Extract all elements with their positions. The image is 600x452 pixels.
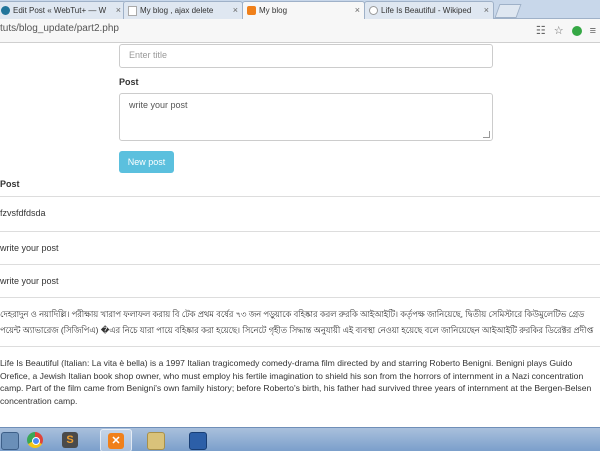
- xampp-icon: ✕: [108, 433, 124, 449]
- resize-handle-icon[interactable]: [483, 131, 490, 138]
- wordpress-icon: [1, 6, 10, 15]
- posts-heading: Post: [0, 179, 20, 189]
- post-row: write your post: [0, 264, 600, 298]
- new-tab-button[interactable]: [494, 4, 522, 18]
- address-bar: tuts/blog_update/part2.php ☷ ☆ ≡: [0, 19, 600, 43]
- explorer-icon: [1, 432, 19, 450]
- post-text: write your post: [0, 276, 59, 286]
- taskbar: S ✕: [0, 427, 600, 452]
- address-bar-actions: ☷ ☆ ≡: [536, 24, 596, 38]
- post-label: Post: [119, 77, 139, 87]
- post-placeholder: write your post: [129, 100, 188, 110]
- title-placeholder: Enter title: [129, 50, 168, 60]
- tab-ajax-delete[interactable]: My blog , ajax delete ×: [123, 1, 243, 19]
- close-icon[interactable]: ×: [355, 2, 360, 19]
- post-text: fzvsfdfdsda: [0, 208, 46, 218]
- remote-desktop-icon: [189, 432, 207, 450]
- close-icon[interactable]: ×: [484, 2, 489, 19]
- tab-label: My blog: [259, 6, 288, 15]
- tab-edit-post[interactable]: Edit Post « WebTut+ — W ×: [0, 1, 126, 19]
- translate-icon[interactable]: ☷: [536, 24, 546, 37]
- close-icon[interactable]: ×: [233, 2, 238, 19]
- paint-icon: [147, 432, 165, 450]
- page-icon: [128, 6, 137, 16]
- url-field[interactable]: tuts/blog_update/part2.php: [0, 23, 119, 34]
- post-row: Life Is Beautiful (Italian: La vita è be…: [0, 346, 600, 422]
- menu-icon[interactable]: ≡: [590, 25, 596, 37]
- post-row: দেহরাদুন ও নয়াদিল্লি। পরীক্ষায় খারাপ ফ…: [0, 297, 600, 353]
- tab-my-blog[interactable]: My blog ×: [242, 1, 365, 20]
- close-icon[interactable]: ×: [116, 2, 121, 19]
- post-text: Life Is Beautiful (Italian: La vita è be…: [0, 358, 592, 406]
- page-content: Enter title Post write your post New pos…: [0, 43, 600, 427]
- tab-label: Edit Post « WebTut+ — W: [13, 6, 107, 15]
- post-textarea[interactable]: write your post: [119, 93, 493, 141]
- tab-label: Life Is Beautiful - Wikiped: [381, 6, 472, 15]
- sublime-text-icon: S: [62, 432, 78, 448]
- taskbar-remote-desktop[interactable]: [182, 429, 212, 450]
- extension-icon[interactable]: [571, 25, 582, 36]
- new-post-button[interactable]: New post: [119, 151, 174, 173]
- tab-life-is-beautiful[interactable]: Life Is Beautiful - Wikiped ×: [364, 1, 494, 19]
- taskbar-sublime-text[interactable]: S: [55, 429, 85, 450]
- title-input[interactable]: Enter title: [119, 44, 493, 68]
- post-row: fzvsfdfdsda: [0, 196, 600, 231]
- post-row: write your post: [0, 231, 600, 265]
- post-text: দেহরাদুন ও নয়াদিল্লি। পরীক্ষায় খারাপ ফ…: [0, 309, 594, 342]
- post-text: write your post: [0, 243, 59, 253]
- browser-tab-strip: Edit Post « WebTut+ — W × My blog , ajax…: [0, 0, 600, 20]
- xampp-icon: [247, 6, 256, 15]
- taskbar-xampp[interactable]: ✕: [100, 429, 132, 452]
- chrome-icon: [27, 432, 43, 448]
- taskbar-paint[interactable]: [140, 429, 170, 450]
- taskbar-chrome[interactable]: [20, 429, 50, 450]
- wikipedia-icon: [369, 6, 378, 15]
- tab-label: My blog , ajax delete: [140, 6, 214, 15]
- bookmark-star-icon[interactable]: ☆: [554, 24, 564, 37]
